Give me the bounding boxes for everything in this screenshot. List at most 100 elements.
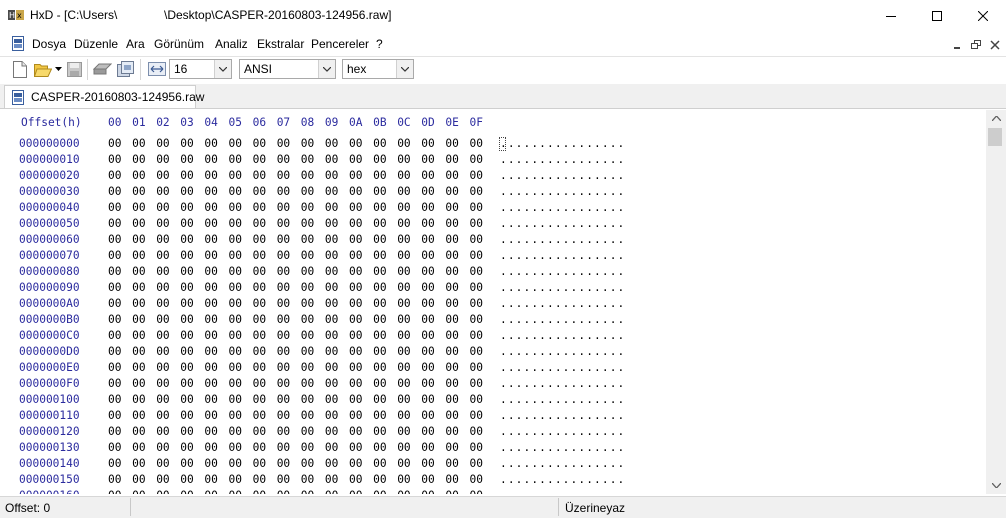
document-icon[interactable] [12, 36, 24, 51]
hex-byte[interactable]: 00 [204, 441, 217, 454]
hex-byte[interactable]: 00 [253, 313, 266, 326]
ascii-text[interactable]: ................ [500, 281, 625, 294]
hex-byte[interactable]: 00 [325, 249, 338, 262]
hex-byte[interactable]: 00 [108, 281, 121, 294]
hex-byte[interactable]: 00 [156, 201, 169, 214]
hex-byte[interactable]: 00 [373, 361, 386, 374]
tab-file[interactable]: CASPER-20160803-124956.raw [4, 85, 204, 108]
hex-byte[interactable]: 00 [156, 377, 169, 390]
hex-byte[interactable]: 00 [301, 457, 314, 470]
hex-byte[interactable]: 00 [253, 473, 266, 486]
hex-byte[interactable]: 00 [397, 185, 410, 198]
hex-byte[interactable]: 00 [301, 137, 314, 150]
hex-byte[interactable]: 00 [132, 425, 145, 438]
hex-byte[interactable]: 00 [108, 377, 121, 390]
hex-byte[interactable]: 00 [301, 265, 314, 278]
hex-byte[interactable]: 00 [108, 153, 121, 166]
hex-byte[interactable]: 00 [180, 425, 193, 438]
hex-byte[interactable]: 00 [204, 377, 217, 390]
hex-byte[interactable]: 00 [156, 313, 169, 326]
hex-byte[interactable]: 00 [470, 265, 483, 278]
hex-byte[interactable]: 00 [325, 265, 338, 278]
hex-byte[interactable]: 00 [470, 361, 483, 374]
hex-row[interactable]: 000000080 00 00 00 00 00 00 00 00 00 00 00 00 00 00 00 0… [0, 265, 986, 281]
hex-byte[interactable]: 00 [301, 345, 314, 358]
ascii-text[interactable]: ................ [500, 361, 625, 374]
hex-byte[interactable]: 00 [132, 345, 145, 358]
ascii-text[interactable]: ................ [500, 249, 625, 262]
hex-byte[interactable]: 00 [421, 265, 434, 278]
hex-row[interactable]: 000000050 00 00 00 00 00 00 00 00 00 00 00 00 00 00 00 0… [0, 217, 986, 233]
hex-row[interactable]: 000000140 00 00 00 00 00 00 00 00 00 00 00 00 00 00 00 0… [0, 457, 986, 473]
hex-byte[interactable]: 00 [349, 409, 362, 422]
hex-byte[interactable]: 00 [204, 457, 217, 470]
ascii-text[interactable]: ................ [500, 313, 625, 326]
hex-byte[interactable]: 00 [204, 153, 217, 166]
hex-byte[interactable]: 00 [470, 185, 483, 198]
hex-byte[interactable]: 00 [277, 329, 290, 342]
hex-byte[interactable]: 00 [180, 345, 193, 358]
ascii-text[interactable]: ................ [500, 201, 625, 214]
hex-byte[interactable]: 00 [132, 201, 145, 214]
hex-byte[interactable]: 00 [229, 281, 242, 294]
hex-byte[interactable]: 00 [277, 441, 290, 454]
hex-byte[interactable]: 00 [470, 409, 483, 422]
hex-byte[interactable]: 00 [180, 489, 193, 494]
hex-byte[interactable]: 00 [349, 233, 362, 246]
hex-byte[interactable]: 00 [229, 313, 242, 326]
hex-byte[interactable]: 00 [277, 249, 290, 262]
hex-byte[interactable]: 00 [301, 425, 314, 438]
hex-byte[interactable]: 00 [470, 297, 483, 310]
hex-byte[interactable]: 00 [180, 313, 193, 326]
minimize-button[interactable] [868, 0, 914, 31]
hex-byte[interactable]: 00 [229, 137, 242, 150]
hex-byte[interactable]: 00 [204, 217, 217, 230]
hex-byte[interactable]: 00 [325, 281, 338, 294]
hex-byte[interactable]: 00 [445, 329, 458, 342]
ascii-text[interactable]: ................ [500, 153, 625, 166]
hex-byte[interactable]: 00 [421, 329, 434, 342]
hex-row[interactable]: 0000000B0 00 00 00 00 00 00 00 00 00 00 00 00 00 00 00 0… [0, 313, 986, 329]
hex-byte[interactable]: 00 [397, 297, 410, 310]
hex-byte[interactable]: 00 [325, 377, 338, 390]
hex-byte[interactable]: 00 [108, 425, 121, 438]
hex-byte[interactable]: 00 [156, 297, 169, 310]
hex-byte[interactable]: 00 [349, 457, 362, 470]
hex-byte[interactable]: 00 [349, 153, 362, 166]
hex-byte[interactable]: 00 [373, 265, 386, 278]
hex-byte[interactable]: 00 [204, 297, 217, 310]
hex-byte[interactable]: 00 [421, 489, 434, 494]
hex-byte[interactable]: 00 [373, 217, 386, 230]
hex-byte[interactable]: 00 [421, 233, 434, 246]
hex-byte[interactable]: 00 [349, 377, 362, 390]
hex-byte[interactable]: 00 [277, 217, 290, 230]
hex-byte[interactable]: 00 [349, 393, 362, 406]
menu-pencereler[interactable]: Pencereler [311, 37, 369, 51]
hex-byte[interactable]: 00 [156, 185, 169, 198]
hex-byte[interactable]: 00 [445, 441, 458, 454]
hex-byte[interactable]: 00 [132, 489, 145, 494]
hex-byte[interactable]: 00 [349, 345, 362, 358]
hex-byte[interactable]: 00 [373, 425, 386, 438]
hex-byte[interactable]: 00 [470, 489, 483, 494]
hex-byte[interactable]: 00 [325, 185, 338, 198]
hex-byte[interactable]: 00 [445, 361, 458, 374]
hex-row[interactable]: 000000030 00 00 00 00 00 00 00 00 00 00 00 00 00 00 00 0… [0, 185, 986, 201]
hex-byte[interactable]: 00 [445, 281, 458, 294]
hex-byte[interactable]: 00 [277, 473, 290, 486]
hex-byte[interactable]: 00 [277, 489, 290, 494]
hex-byte[interactable]: 00 [397, 169, 410, 182]
hex-byte[interactable]: 00 [349, 329, 362, 342]
hex-byte[interactable]: 00 [132, 473, 145, 486]
hex-byte[interactable]: 00 [108, 457, 121, 470]
hex-row[interactable]: 0000000A0 00 00 00 00 00 00 00 00 00 00 00 00 00 00 00 0… [0, 297, 986, 313]
hex-byte[interactable]: 00 [156, 345, 169, 358]
hex-byte[interactable]: 00 [373, 201, 386, 214]
hex-byte[interactable]: 00 [301, 441, 314, 454]
chevron-down-icon[interactable] [396, 60, 413, 78]
hex-byte[interactable]: 00 [373, 169, 386, 182]
hex-byte[interactable]: 00 [397, 425, 410, 438]
hex-byte[interactable]: 00 [229, 329, 242, 342]
hex-byte[interactable]: 00 [325, 217, 338, 230]
hex-byte[interactable]: 00 [373, 489, 386, 494]
